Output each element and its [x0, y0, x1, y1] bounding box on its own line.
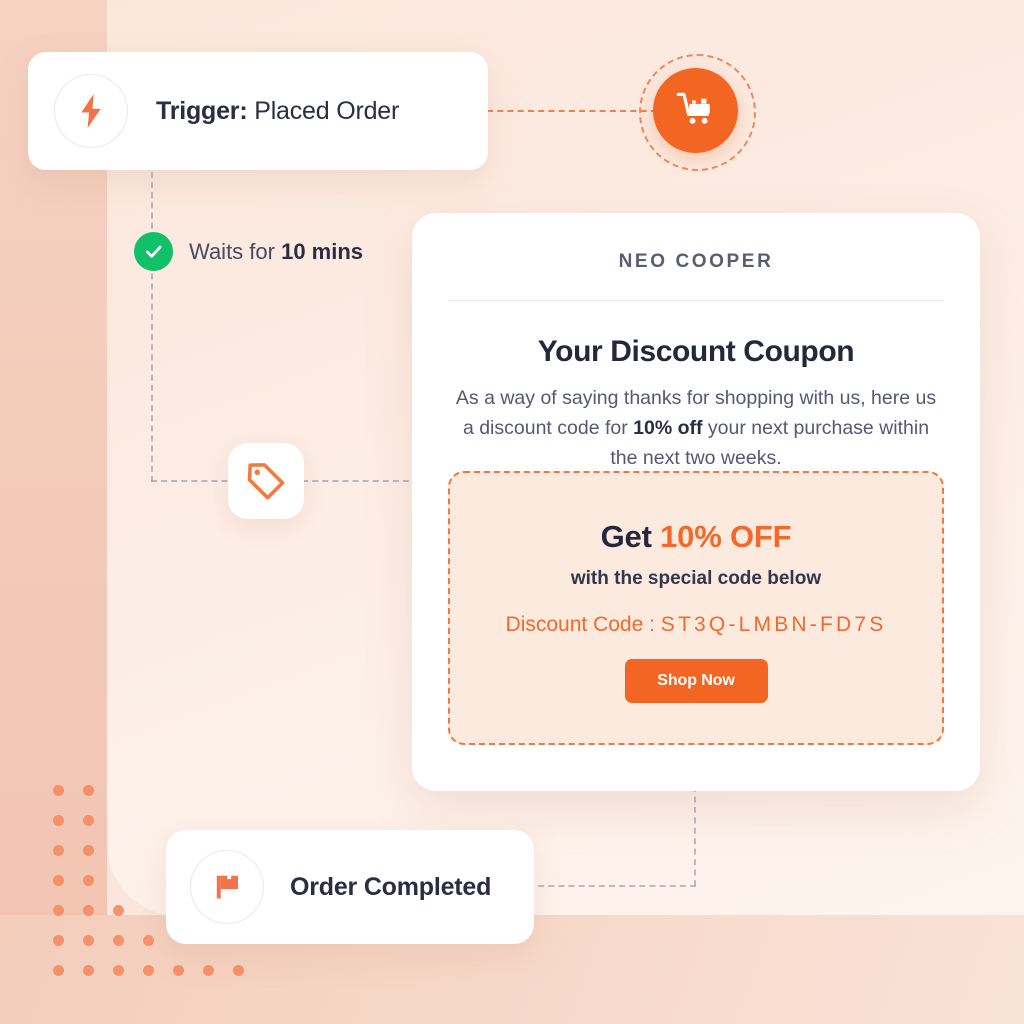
- trigger-label-rest: Placed Order: [247, 96, 400, 125]
- decorative-dot: [83, 875, 94, 886]
- shopping-cart-icon: [653, 68, 738, 153]
- order-completed-label: Order Completed: [290, 872, 492, 901]
- decorative-dot: [83, 815, 94, 826]
- coupon-title: Your Discount Coupon: [537, 335, 855, 368]
- connector-coupon-to-order-vertical: [694, 786, 696, 886]
- price-tag-icon: [247, 463, 285, 500]
- discount-code-label: Discount Code :: [505, 613, 661, 636]
- connector-vertical-trigger-to-tag: [151, 172, 153, 482]
- decorative-dot: [83, 785, 94, 796]
- decorative-dot: [53, 815, 64, 826]
- decorative-dot: [173, 965, 184, 976]
- discount-code-line: Discount Code : ST3Q-LMBN-FD7S: [450, 613, 942, 637]
- decorative-dot: [203, 965, 214, 976]
- decorative-dot: [143, 965, 154, 976]
- coupon-description: As a way of saying thanks for shopping w…: [448, 383, 944, 473]
- decorative-dot: [143, 935, 154, 946]
- brand-name: NEO COOPER: [618, 251, 774, 272]
- offer-highlight: 10% OFF: [660, 519, 792, 554]
- decorative-dot: [83, 905, 94, 916]
- offer-headline: Get 10% OFF: [450, 519, 942, 555]
- decorative-dot: [113, 935, 124, 946]
- flag-icon: [190, 850, 264, 924]
- offer-subtext: with the special code below: [570, 568, 822, 589]
- divider: [448, 300, 944, 301]
- decorative-dot: [53, 935, 64, 946]
- order-completed-card[interactable]: Order Completed: [166, 830, 534, 944]
- coupon-email-card: NEO COOPER Your Discount Coupon As a way…: [412, 213, 980, 791]
- trigger-label-bold: Trigger:: [156, 96, 248, 125]
- desc-bold: 10% off: [633, 417, 703, 439]
- connector-coupon-to-order-horizontal: [528, 885, 696, 887]
- coupon-code-box: Get 10% OFF with the special code below …: [448, 471, 944, 745]
- wait-step-label: Waits for 10 mins: [189, 239, 363, 265]
- decorative-dot: [233, 965, 244, 976]
- decorative-dot: [113, 965, 124, 976]
- check-circle-icon: [134, 232, 173, 271]
- decorative-dot: [53, 965, 64, 976]
- wait-duration: 10 mins: [281, 238, 364, 264]
- offer-prefix: Get: [600, 519, 661, 554]
- lightning-bolt-icon: [54, 74, 128, 148]
- trigger-card[interactable]: Trigger: Placed Order: [28, 52, 488, 170]
- decorative-dot: [83, 935, 94, 946]
- decorative-dot: [53, 845, 64, 856]
- decorative-dot: [53, 875, 64, 886]
- workflow-canvas: Trigger: Placed Order Waits for 10 mins: [0, 0, 1024, 1024]
- decorative-dot: [53, 785, 64, 796]
- decorative-dot: [113, 905, 124, 916]
- discount-code-value[interactable]: ST3Q-LMBN-FD7S: [661, 613, 887, 636]
- cart-node[interactable]: [639, 54, 756, 171]
- shop-now-button[interactable]: Shop Now: [624, 659, 768, 703]
- trigger-card-label: Trigger: Placed Order: [156, 97, 399, 126]
- decorative-dot: [53, 905, 64, 916]
- decorative-dot: [83, 965, 94, 976]
- wait-prefix: Waits for: [189, 238, 282, 264]
- tag-node[interactable]: [228, 443, 304, 519]
- decorative-dot: [83, 845, 94, 856]
- wait-step[interactable]: Waits for 10 mins: [134, 232, 363, 271]
